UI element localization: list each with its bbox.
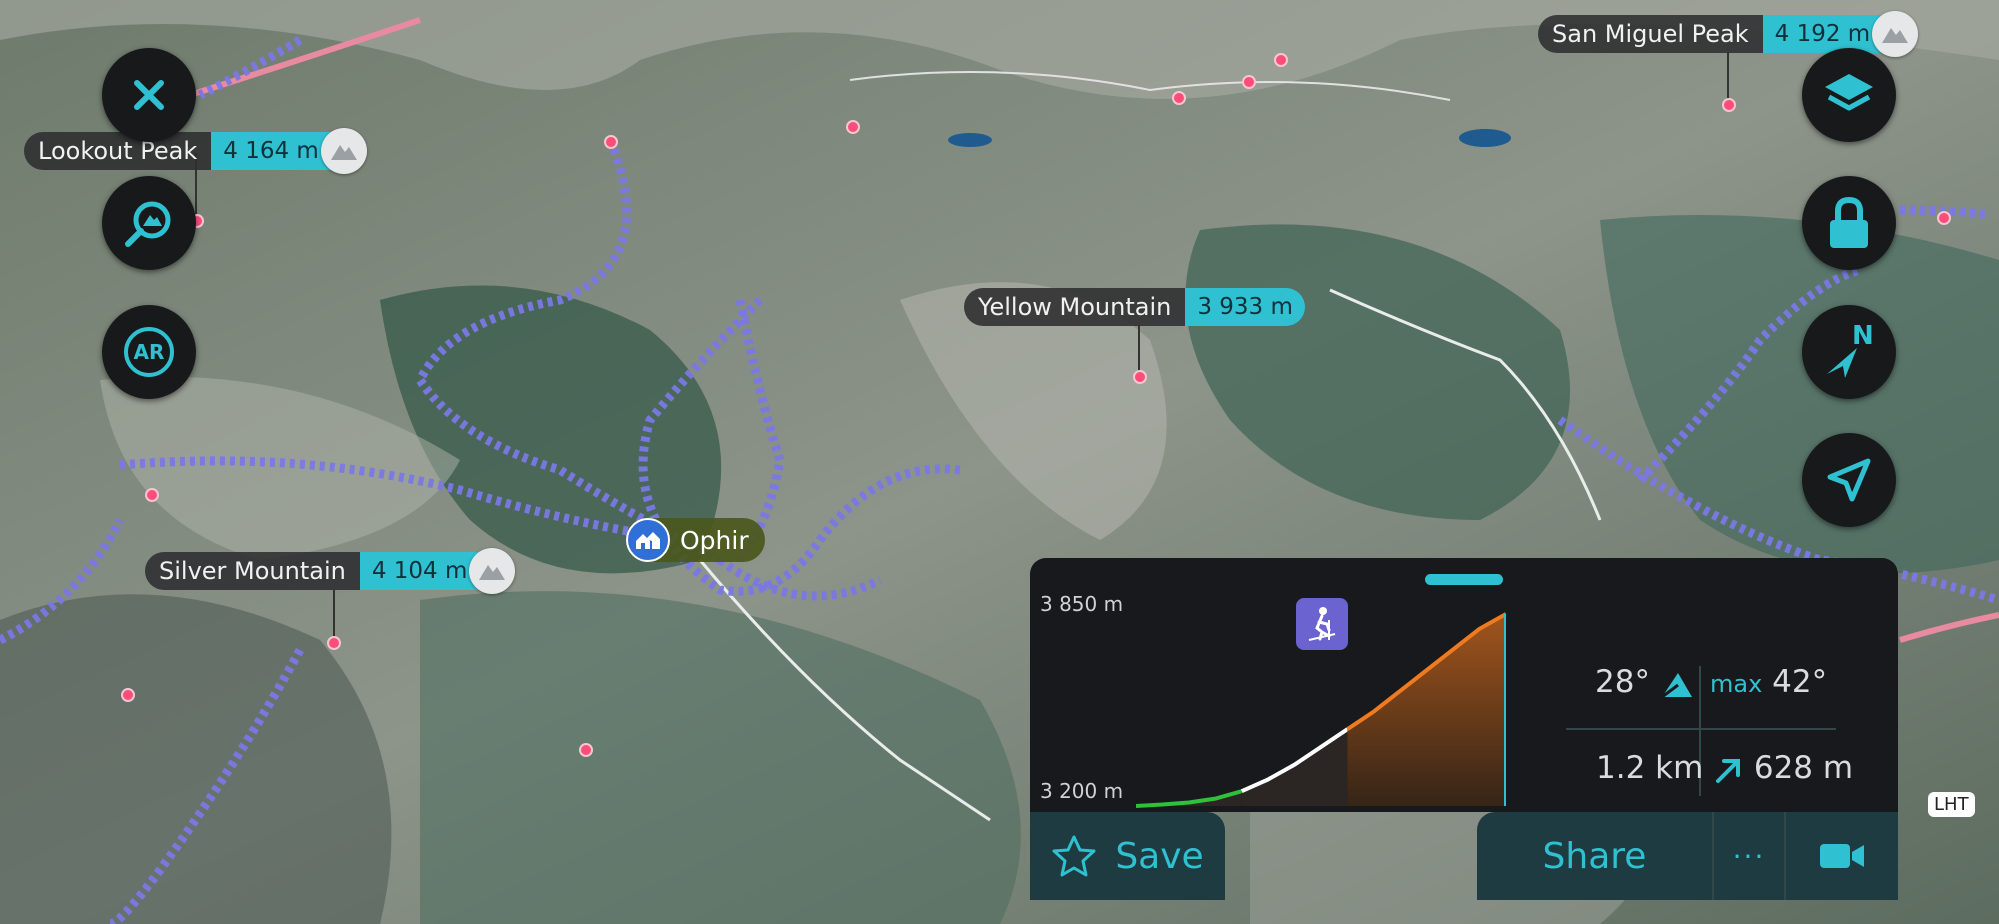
town-label-ophir[interactable]: Ophir <box>626 518 765 562</box>
elevation-max-label: 3 850 m <box>1040 592 1124 616</box>
peak-marker[interactable] <box>1242 75 1256 89</box>
houses-icon <box>626 518 670 562</box>
slope-value: 28° <box>1595 664 1650 700</box>
map-view[interactable]: Lookout Peak 4 164 m San Miguel Peak 4 1… <box>0 0 1999 924</box>
slope-icon <box>1660 672 1692 698</box>
peak-name: San Miguel Peak <box>1538 15 1763 53</box>
layers-button[interactable] <box>1802 48 1896 142</box>
mountain-icon <box>1872 11 1919 57</box>
elevation-min-label: 3 200 m <box>1040 779 1124 803</box>
stats-divider-h <box>1566 728 1836 730</box>
peak-name: Lookout Peak <box>24 132 212 170</box>
action-bar: Save Share ··· <box>1030 812 1898 900</box>
more-button[interactable]: ··· <box>1714 812 1784 900</box>
compass-label: N <box>1852 321 1874 351</box>
peak-marker[interactable] <box>604 135 618 149</box>
slope-stat: 28° <box>1595 664 1694 700</box>
peak-elevation: 4 192 m <box>1762 15 1883 53</box>
town-name: Ophir <box>680 525 749 555</box>
max-slope-stat: max 42° <box>1710 664 1827 700</box>
ascent-stat: 628 m <box>1714 750 1853 786</box>
peak-marker[interactable] <box>846 120 860 134</box>
compass-button[interactable]: N <box>1802 305 1896 399</box>
save-label: Save <box>1115 835 1204 877</box>
drag-handle[interactable] <box>1425 574 1503 585</box>
close-icon <box>134 80 164 110</box>
distance-value: 1.2 km <box>1596 750 1704 786</box>
max-slope-value: 42° <box>1772 664 1828 700</box>
peak-marker[interactable] <box>1722 98 1736 112</box>
video-camera-icon <box>1820 844 1864 868</box>
lock-icon <box>1830 196 1868 248</box>
profile-area-segment <box>1347 614 1506 806</box>
share-label: Share <box>1542 835 1647 877</box>
peak-elevation: 3 933 m <box>1185 288 1305 326</box>
peak-elevation: 4 104 m <box>359 552 480 590</box>
activity-button[interactable] <box>1296 598 1348 650</box>
star-icon <box>1052 835 1096 877</box>
share-button[interactable]: Share <box>1477 812 1712 900</box>
peak-search-button[interactable] <box>102 176 196 270</box>
peak-marker[interactable] <box>1133 370 1147 384</box>
peak-marker[interactable] <box>579 743 593 757</box>
peak-label-yellow[interactable]: Yellow Mountain 3 933 m <box>964 288 1305 326</box>
peak-marker[interactable] <box>1274 53 1288 67</box>
peak-marker[interactable] <box>1937 211 1951 225</box>
video-button[interactable] <box>1786 812 1898 900</box>
peak-name: Silver Mountain <box>145 552 360 590</box>
location-arrow-icon <box>1827 458 1871 502</box>
ascent-value: 628 m <box>1753 750 1854 786</box>
mountain-icon <box>320 128 367 174</box>
peak-label-silver[interactable]: Silver Mountain 4 104 m <box>145 548 516 594</box>
ascent-arrow-icon <box>1716 758 1740 783</box>
peak-search-icon <box>125 201 171 247</box>
max-label: max <box>1710 670 1763 698</box>
peak-marker[interactable] <box>121 688 135 702</box>
peak-elevation: 4 164 m <box>211 132 331 170</box>
peak-name: Yellow Mountain <box>964 288 1186 326</box>
map-tag: LHT <box>1928 792 1975 817</box>
ar-icon: AR <box>124 327 174 377</box>
more-label: ··· <box>1732 839 1766 873</box>
close-button[interactable] <box>102 48 196 142</box>
peak-marker[interactable] <box>1172 91 1186 105</box>
ar-button[interactable]: AR <box>102 305 196 399</box>
save-button[interactable]: Save <box>1030 812 1225 900</box>
peak-label-lookout[interactable]: Lookout Peak 4 164 m <box>24 128 367 174</box>
peak-marker[interactable] <box>327 636 341 650</box>
locate-button[interactable] <box>1802 433 1896 527</box>
mountain-icon <box>469 548 516 594</box>
layers-icon <box>1825 74 1873 111</box>
ski-touring-icon <box>1308 607 1336 641</box>
peak-label-san-miguel[interactable]: San Miguel Peak 4 192 m <box>1538 11 1919 57</box>
distance-stat: 1.2 km <box>1596 750 1703 786</box>
ar-label: AR <box>133 340 165 364</box>
peak-marker[interactable] <box>145 488 159 502</box>
lock-button[interactable] <box>1802 176 1896 270</box>
